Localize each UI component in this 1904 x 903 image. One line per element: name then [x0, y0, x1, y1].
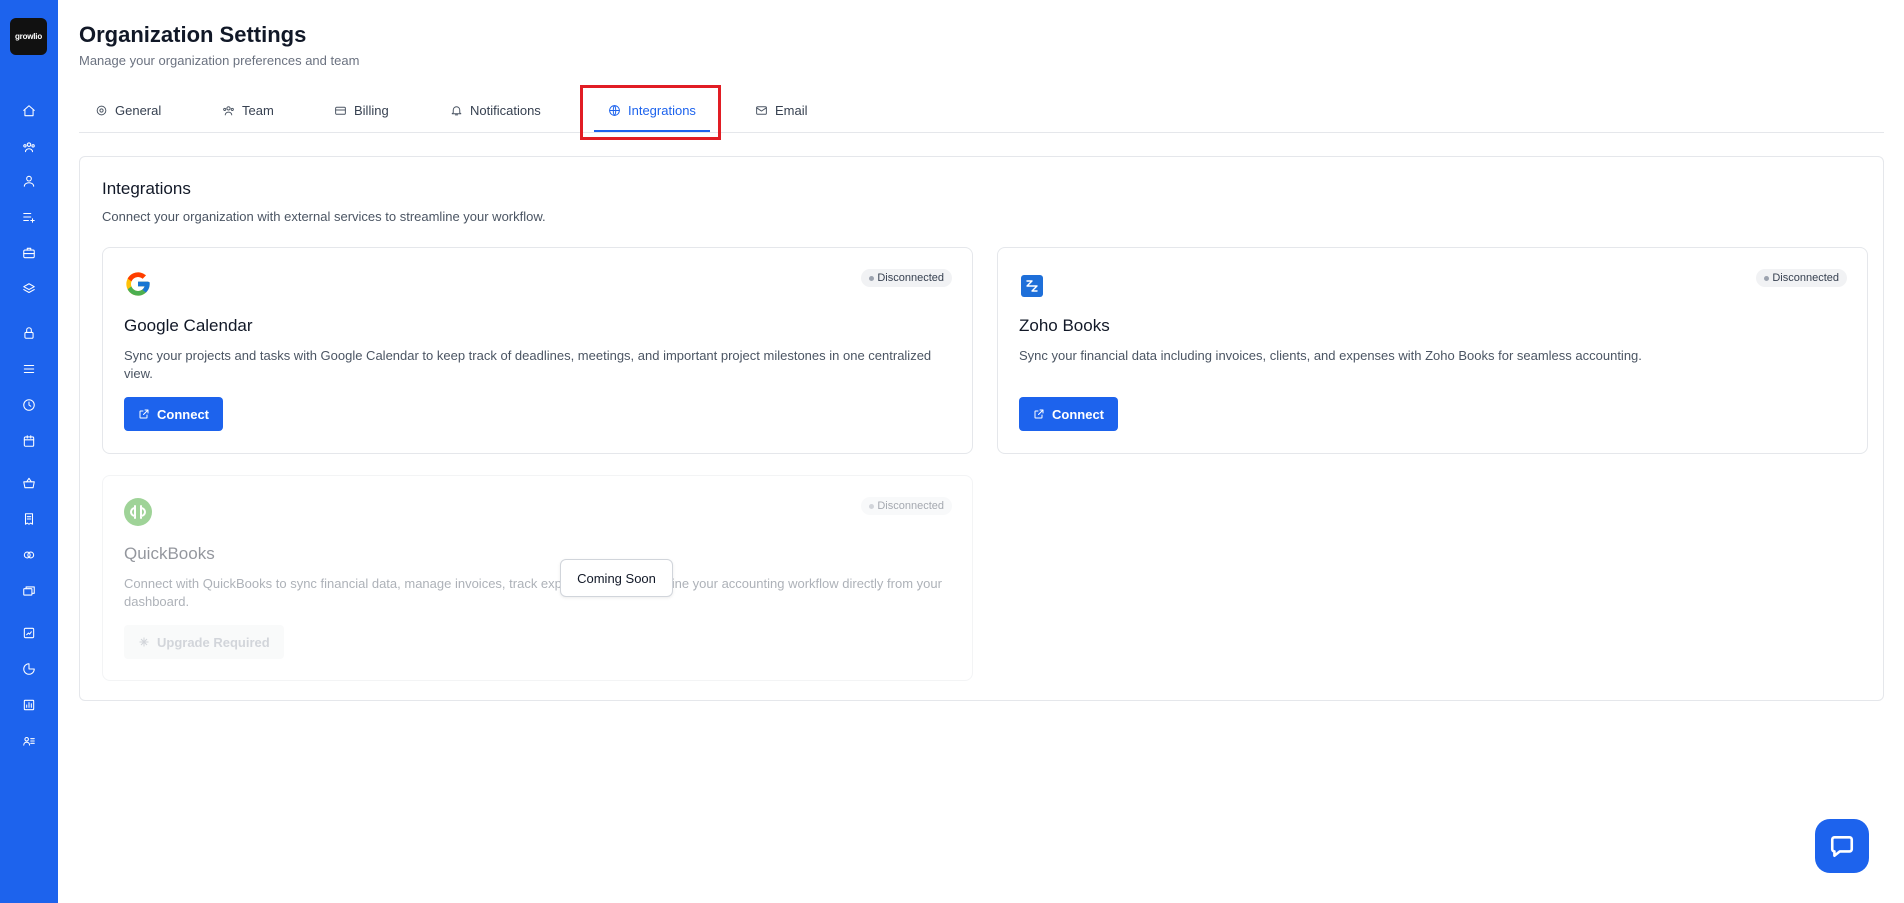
gear-icon	[96, 105, 107, 116]
app-logo[interactable]: growlio	[10, 18, 47, 55]
button-label: Upgrade Required	[157, 634, 270, 650]
panel-subtitle: Connect your organization with external …	[102, 209, 546, 224]
sparkle-icon	[139, 637, 149, 647]
integration-card-google-calendar: Disconnected Google Calendar Sync your p…	[102, 247, 973, 454]
external-link-icon	[1034, 409, 1044, 419]
connect-zoho-books-button[interactable]: Connect	[1019, 397, 1118, 431]
quickbooks-logo-icon	[124, 498, 152, 526]
tab-label: Notifications	[470, 103, 541, 118]
layers-icon[interactable]	[20, 280, 38, 298]
status-badge: Disconnected	[1756, 269, 1847, 287]
status-badge: Disconnected	[861, 497, 952, 515]
tab-notifications[interactable]: Notifications	[450, 88, 541, 133]
card-description: Sync your financial data including invoi…	[1019, 348, 1642, 363]
sidebar: growlio	[0, 0, 58, 903]
mail-icon	[756, 106, 767, 115]
chat-support-button[interactable]	[1815, 819, 1869, 873]
cards-icon[interactable]	[20, 582, 38, 600]
user-icon[interactable]	[20, 172, 38, 190]
google-logo-icon	[124, 270, 152, 298]
panel-title: Integrations	[102, 179, 191, 198]
button-label: Connect	[157, 406, 209, 422]
tab-label: General	[115, 103, 162, 118]
upgrade-required-button: Upgrade Required	[124, 625, 284, 659]
tab-label: Billing	[354, 103, 389, 118]
home-icon[interactable]	[20, 102, 38, 120]
tab-label: Team	[242, 103, 274, 118]
integration-card-zoho-books: Disconnected Zoho Books Sync your financ…	[997, 247, 1868, 454]
chat-icon	[1830, 836, 1854, 858]
basket-icon[interactable]	[20, 474, 38, 492]
menu-icon[interactable]	[20, 360, 38, 378]
status-badge: Disconnected	[861, 269, 952, 287]
tab-email[interactable]: Email	[755, 88, 808, 133]
card-description: Sync your projects and tasks with Google…	[124, 348, 932, 381]
clock-icon[interactable]	[20, 396, 38, 414]
external-link-icon	[139, 409, 149, 419]
lock-icon[interactable]	[20, 324, 38, 342]
team-icon	[223, 106, 234, 116]
chart-icon[interactable]	[20, 696, 38, 714]
bell-icon	[451, 106, 462, 116]
card-title: Google Calendar	[124, 316, 253, 335]
pie-chart-icon[interactable]	[20, 660, 38, 678]
credit-card-icon	[335, 106, 346, 115]
receipt-icon[interactable]	[20, 510, 38, 528]
coins-icon[interactable]	[20, 546, 38, 564]
card-description: Connect with QuickBooks to sync financia…	[124, 576, 942, 609]
page-subtitle: Manage your organization preferences and…	[79, 53, 360, 68]
card-title: QuickBooks	[124, 544, 215, 563]
connect-google-calendar-button[interactable]: Connect	[124, 397, 223, 431]
list-plus-icon[interactable]	[20, 208, 38, 226]
highlight-box	[580, 85, 721, 140]
coming-soon-tooltip: Coming Soon	[560, 559, 673, 597]
user-list-icon[interactable]	[20, 732, 38, 750]
page-title: Organization Settings	[79, 22, 307, 47]
tab-label: Email	[775, 103, 808, 118]
integration-card-quickbooks: Disconnected QuickBooks Connect with Qui…	[102, 475, 973, 681]
button-label: Connect	[1052, 406, 1104, 422]
settings-tabs: General Team Billing Notifications Integ…	[79, 85, 1884, 140]
integrations-panel: Integrations Connect your organization w…	[79, 156, 1884, 701]
calendar-icon[interactable]	[20, 432, 38, 450]
report-icon[interactable]	[20, 624, 38, 642]
tab-billing[interactable]: Billing	[334, 88, 389, 133]
team-icon[interactable]	[20, 138, 38, 156]
tab-general[interactable]: General	[95, 88, 161, 133]
briefcase-icon[interactable]	[20, 244, 38, 262]
zoho-books-logo-icon	[1020, 274, 1044, 298]
tab-team[interactable]: Team	[222, 88, 274, 133]
card-title: Zoho Books	[1019, 316, 1110, 335]
